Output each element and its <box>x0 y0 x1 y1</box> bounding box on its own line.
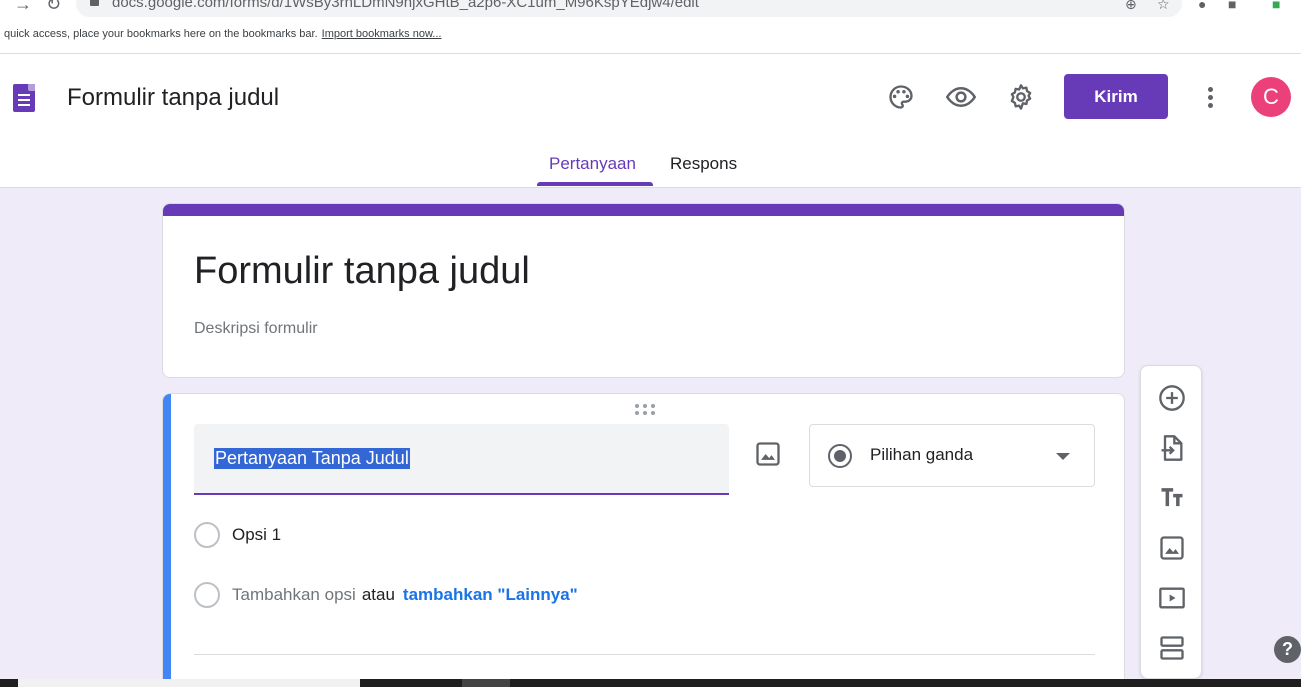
help-icon[interactable]: ? <box>1274 636 1301 663</box>
add-option-row: Tambahkan opsi atau tambahkan "Lainnya" <box>232 585 578 605</box>
tab-responses[interactable]: Respons <box>670 154 737 174</box>
form-title[interactable]: Formulir tanpa judul <box>194 250 530 293</box>
taskbar <box>0 679 1301 687</box>
add-section-icon[interactable] <box>1156 632 1188 664</box>
active-question-indicator <box>163 394 171 687</box>
app-header: Formulir tanpa judul Kirim C Pertanyaan … <box>0 54 1301 188</box>
question-card[interactable]: Pertanyaan Tanpa Judul Pilihan ganda Ops… <box>162 393 1125 687</box>
question-type-dropdown[interactable]: Pilihan ganda <box>809 424 1095 487</box>
bookmark-star-icon[interactable]: ☆ <box>1157 0 1170 13</box>
forms-logo-icon[interactable] <box>13 84 35 112</box>
import-questions-icon[interactable] <box>1156 432 1188 464</box>
active-tab-indicator <box>537 182 653 186</box>
preview-eye-icon[interactable] <box>946 82 976 112</box>
add-video-icon[interactable] <box>1156 582 1188 614</box>
chevron-down-icon <box>1056 453 1070 460</box>
send-button[interactable]: Kirim <box>1064 74 1168 119</box>
question-title-input[interactable]: Pertanyaan Tanpa Judul <box>194 424 729 495</box>
option-label[interactable]: Opsi 1 <box>232 525 281 545</box>
add-option-input[interactable]: Tambahkan opsi <box>232 585 356 604</box>
side-toolbar <box>1140 365 1202 679</box>
add-title-text-icon[interactable] <box>1156 482 1188 514</box>
divider <box>194 654 1095 655</box>
radio-button-icon <box>828 444 852 468</box>
option-radio-icon <box>194 522 220 548</box>
palette-icon[interactable] <box>886 82 916 112</box>
document-title[interactable]: Formulir tanpa judul <box>67 84 279 112</box>
browser-toolbar: → ↻ docs.google.com/forms/d/1WsBy3rhLDmN… <box>0 0 1301 22</box>
theme-band <box>163 204 1124 216</box>
camera-icon[interactable]: ■ <box>1228 0 1236 12</box>
form-description-field[interactable]: Deskripsi formulir <box>194 320 318 338</box>
reload-icon[interactable]: ↻ <box>46 0 61 15</box>
import-bookmarks-link[interactable]: Import bookmarks now... <box>322 28 442 40</box>
settings-gear-icon[interactable] <box>1006 82 1036 112</box>
extension-icon[interactable]: ■ <box>1272 0 1280 12</box>
drag-handle-icon[interactable] <box>635 404 657 416</box>
add-image-icon[interactable] <box>754 440 782 468</box>
bookmarks-hint: quick access, place your bookmarks here … <box>4 28 442 40</box>
forward-icon[interactable]: → <box>14 0 32 15</box>
zoom-icon[interactable]: ⊕ <box>1125 0 1137 13</box>
add-option-radio-icon <box>194 582 220 608</box>
tab-questions[interactable]: Pertanyaan <box>549 154 636 174</box>
question-title-selected-text[interactable]: Pertanyaan Tanpa Judul <box>214 448 410 469</box>
add-question-icon[interactable] <box>1156 382 1188 414</box>
avatar[interactable]: C <box>1251 77 1291 117</box>
bookmarks-bar: quick access, place your bookmarks here … <box>0 22 1301 54</box>
or-text: atau <box>361 585 395 604</box>
form-title-card: Formulir tanpa judul Deskripsi formulir <box>162 203 1125 378</box>
question-type-label: Pilihan ganda <box>870 445 974 464</box>
more-vert-icon[interactable] <box>1200 84 1220 112</box>
extension-icon[interactable]: ● <box>1198 0 1206 12</box>
lock-icon <box>90 0 99 6</box>
add-image-icon[interactable] <box>1156 532 1188 564</box>
add-other-link[interactable]: tambahkan "Lainnya" <box>403 585 578 604</box>
url-text[interactable]: docs.google.com/forms/d/1WsBy3rhLDmN9njx… <box>112 0 699 11</box>
